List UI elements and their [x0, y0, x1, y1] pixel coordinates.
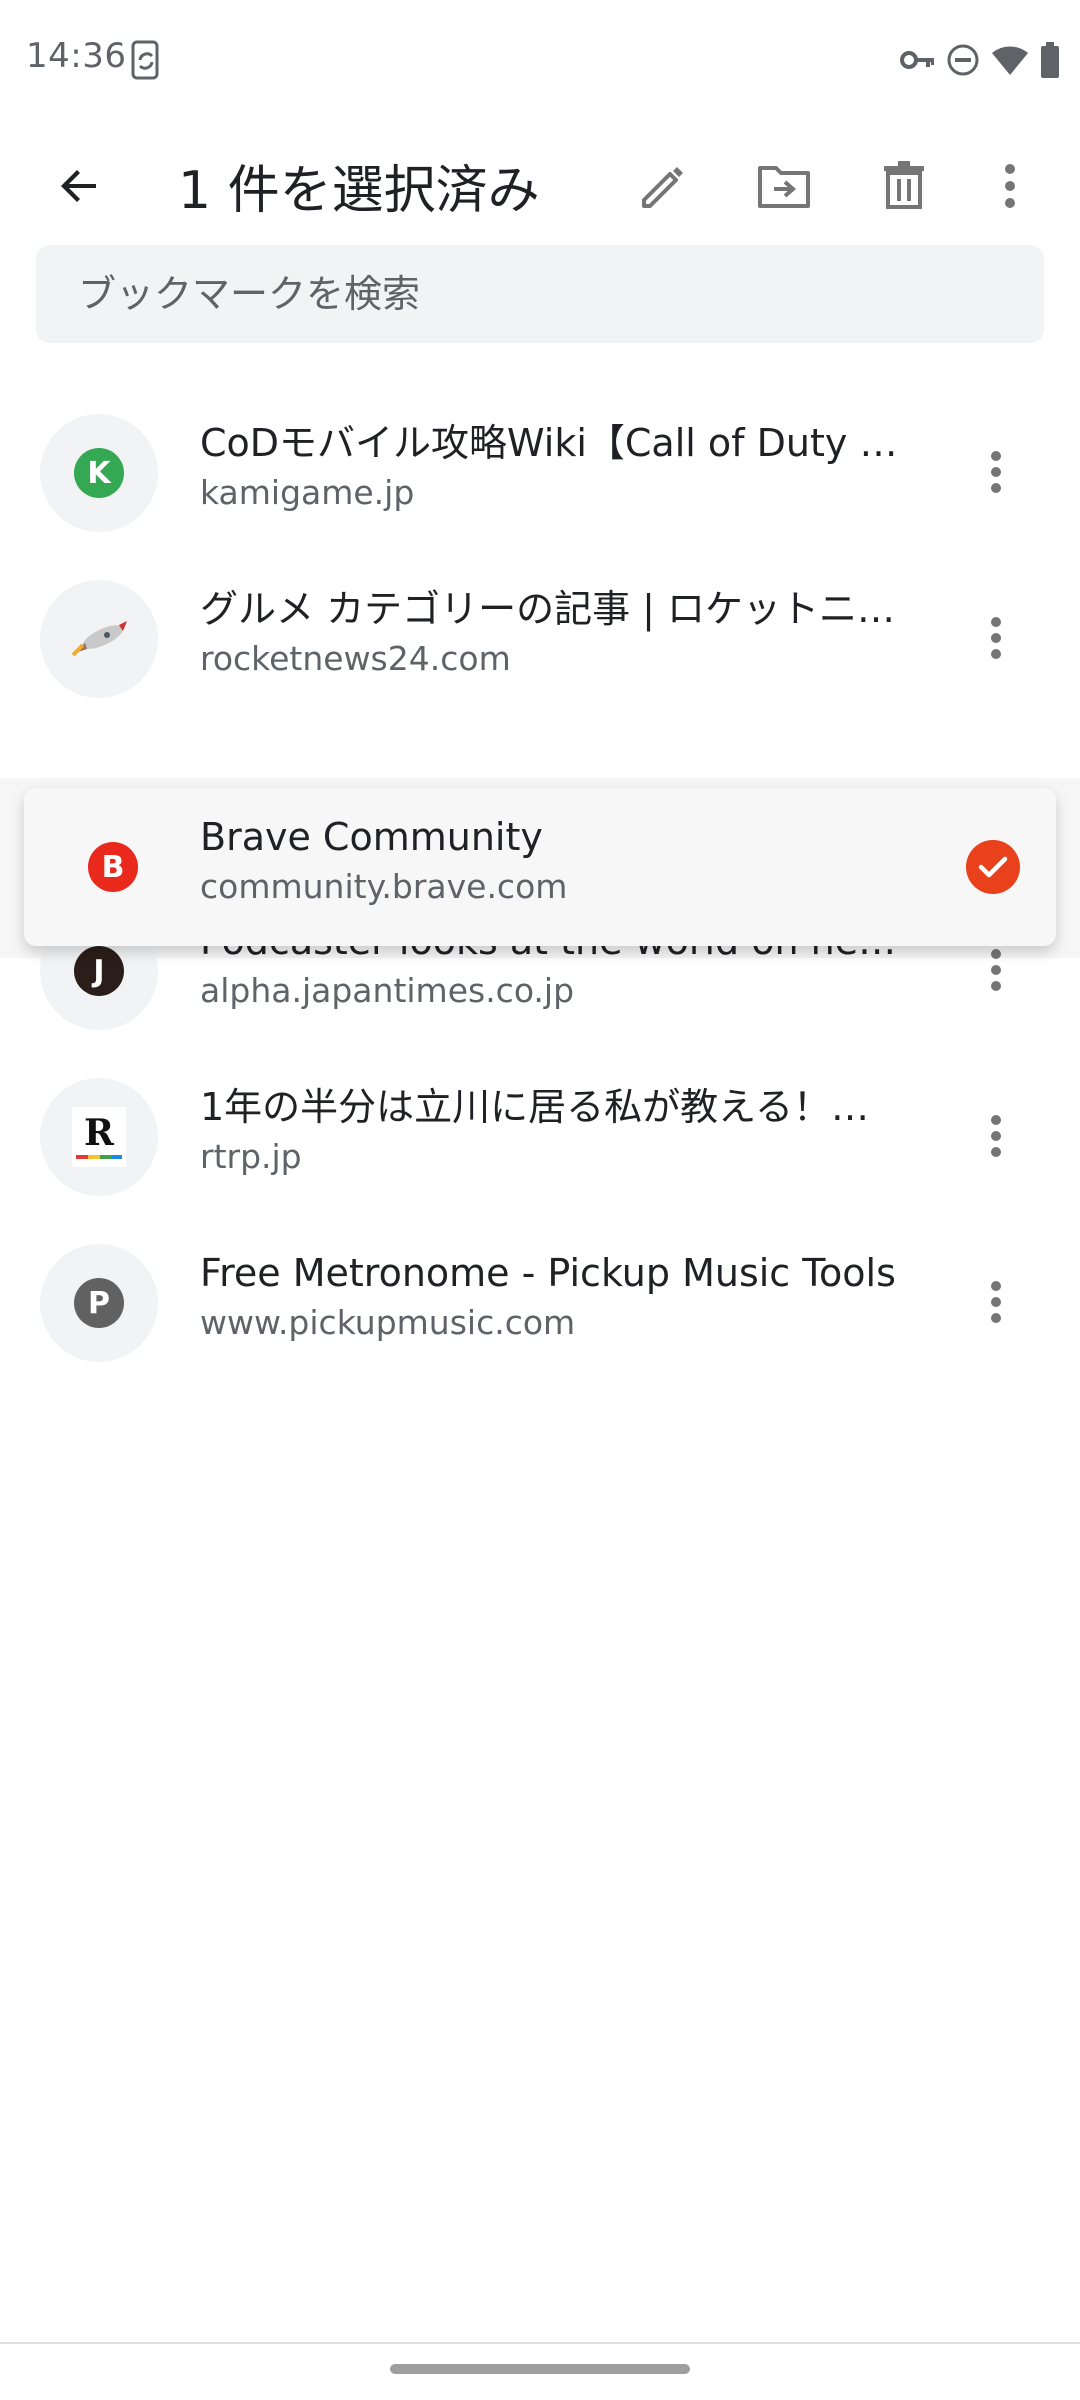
more-vert-icon: [991, 949, 1001, 991]
more-vert-icon: [991, 617, 1001, 659]
folder-move-icon: [758, 166, 810, 208]
bookmark-url: rtrp.jp: [200, 1137, 302, 1176]
do-not-disturb-icon: [946, 43, 980, 77]
bookmark-title: Free Metronome - Pickup Music Tools: [200, 1251, 896, 1295]
more-options-button[interactable]: [970, 146, 1050, 226]
selected-bookmark-row[interactable]: B Brave Community community.brave.com: [24, 788, 1056, 946]
search-input[interactable]: [76, 271, 1020, 317]
bookmark-more-button[interactable]: [956, 598, 1036, 678]
status-bar: 14:36: [0, 0, 1080, 120]
arrow-back-icon: [61, 170, 96, 202]
rocket-icon: [71, 621, 127, 657]
bookmark-row[interactable]: P Free Metronome - Pickup Music Tools ww…: [0, 1220, 1080, 1386]
favicon: P: [40, 1244, 158, 1362]
status-icons: [900, 40, 1060, 80]
pencil-icon: [642, 167, 683, 208]
bookmark-url: www.pickupmusic.com: [200, 1303, 576, 1342]
favicon: [40, 580, 158, 698]
key-icon: [900, 48, 936, 72]
gesture-handle[interactable]: [390, 2364, 690, 2374]
letter-k-icon: K: [74, 448, 124, 498]
app-bar: 1 件を選択済み: [0, 120, 1080, 240]
phone-sync-icon: [130, 40, 164, 80]
delete-button[interactable]: [864, 146, 944, 226]
more-vert-icon: [991, 1281, 1001, 1323]
bookmark-url: rocketnews24.com: [200, 639, 511, 678]
bookmark-title: CoDモバイル攻略Wiki【Call of Duty Mobile】: [200, 421, 900, 465]
bookmark-url: kamigame.jp: [200, 473, 415, 512]
bookmark-title: 1年の半分は立川に居る私が教える！立川のおすすめ: [200, 1085, 900, 1129]
wifi-icon: [990, 43, 1030, 77]
bottom-divider: [0, 2342, 1080, 2344]
status-time: 14:36: [26, 36, 127, 76]
svg-text:R: R: [84, 1112, 115, 1154]
favicon: R: [40, 1078, 158, 1196]
bookmark-more-button[interactable]: [956, 1096, 1036, 1176]
page-title: 1 件を選択済み: [178, 161, 540, 221]
bookmark-more-button[interactable]: [956, 432, 1036, 512]
battery-icon: [1040, 42, 1060, 78]
favicon: B: [54, 808, 172, 926]
bookmark-more-button[interactable]: [956, 1262, 1036, 1342]
back-button[interactable]: [40, 146, 120, 226]
bookmark-row[interactable]: K CoDモバイル攻略Wiki【Call of Duty Mobile】 kam…: [0, 390, 1080, 556]
move-button[interactable]: [744, 146, 824, 226]
letter-p-icon: P: [74, 1278, 124, 1328]
more-vert-icon: [991, 1115, 1001, 1157]
edit-button[interactable]: [624, 146, 704, 226]
bookmark-row[interactable]: R 1年の半分は立川に居る私が教える！立川のおすすめ rtrp.jp: [0, 1054, 1080, 1220]
bookmark-url: community.brave.com: [200, 867, 568, 906]
trash-icon: [884, 161, 924, 209]
bookmark-url: alpha.japantimes.co.jp: [200, 971, 575, 1010]
more-vert-icon: [1005, 164, 1015, 208]
selected-check-icon[interactable]: [966, 840, 1020, 894]
bookmark-row[interactable]: グルメ カテゴリーの記事 | ロケットニュース24 rocketnews24.c…: [0, 556, 1080, 722]
letter-j-icon: J: [74, 946, 124, 996]
search-bar[interactable]: [36, 245, 1044, 343]
bookmark-title: Brave Community: [200, 815, 543, 859]
favicon: K: [40, 414, 158, 532]
r-logo-icon: R: [72, 1107, 126, 1167]
more-vert-icon: [991, 451, 1001, 493]
letter-b-icon: B: [88, 842, 138, 892]
bookmark-title: グルメ カテゴリーの記事 | ロケットニュース24: [200, 587, 900, 631]
checkmark-icon: [978, 856, 1008, 878]
